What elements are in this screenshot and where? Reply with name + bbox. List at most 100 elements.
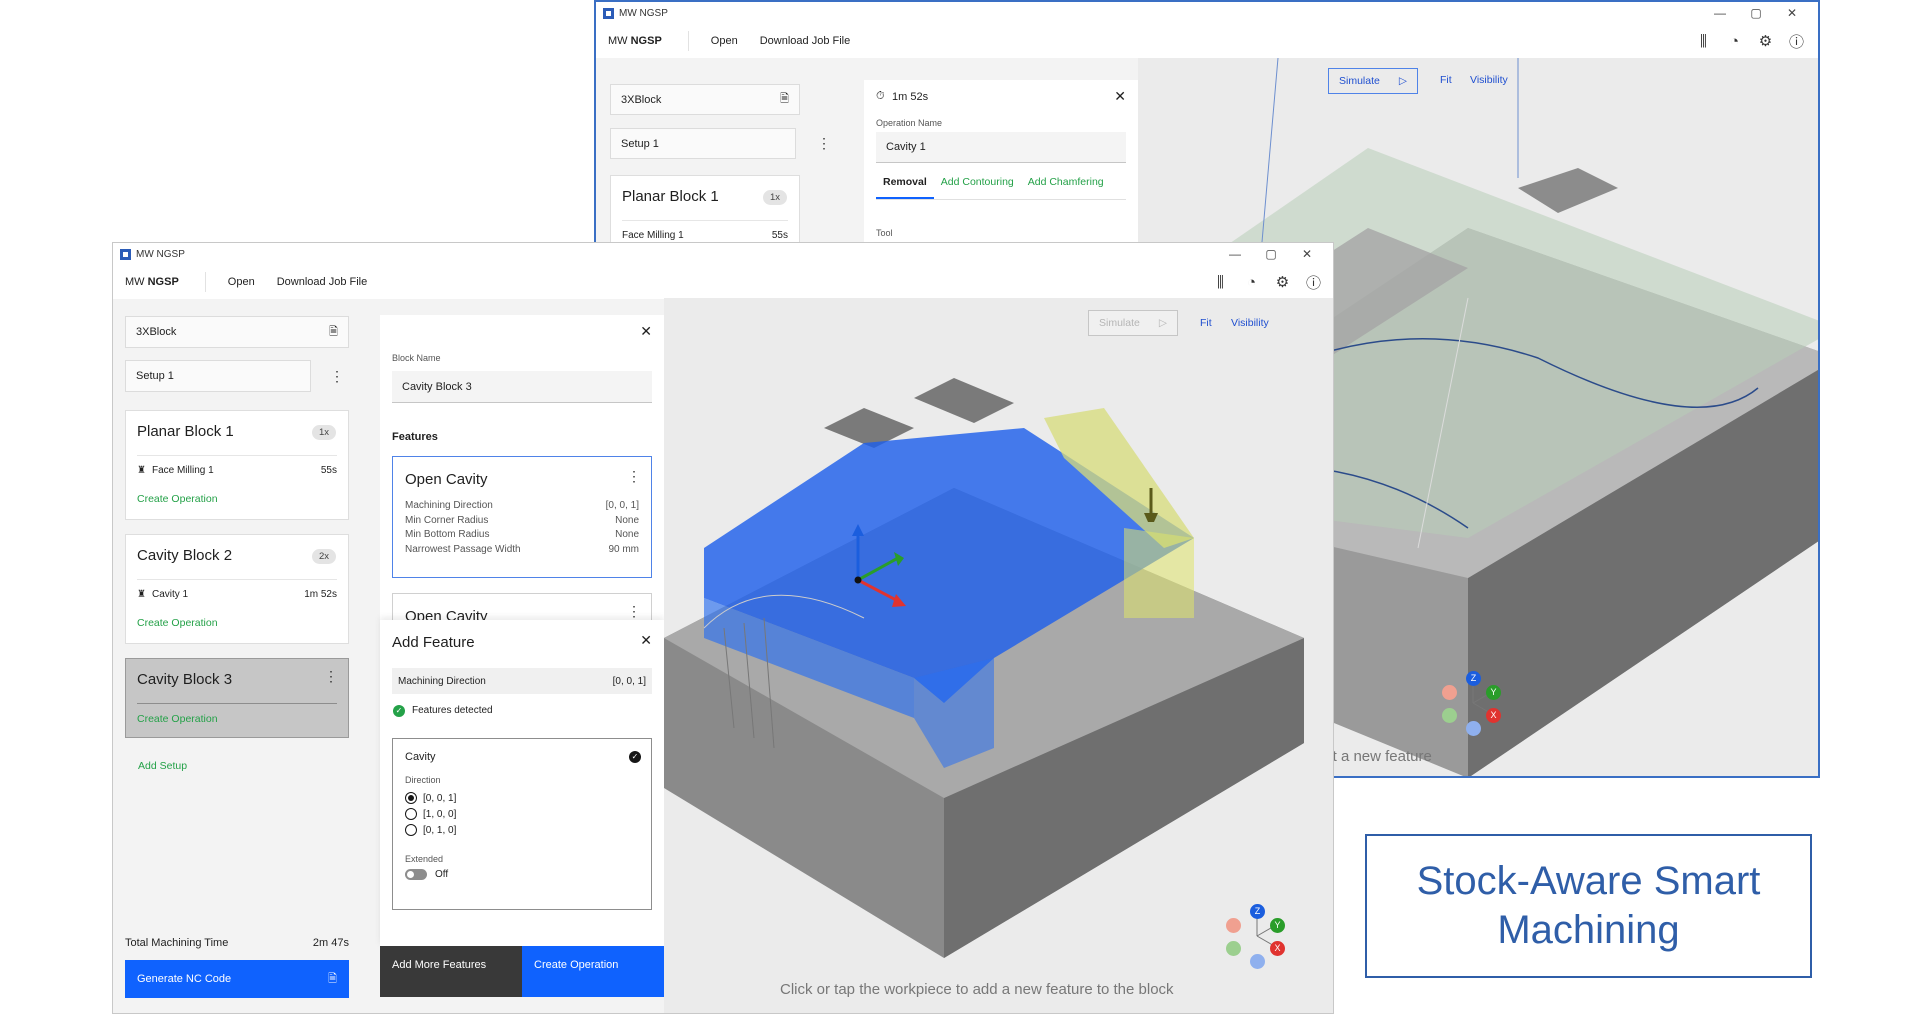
machining-direction-row[interactable]: Machining Direction [0, 0, 1] xyxy=(392,668,652,694)
cavity-option-card[interactable]: Cavity ✓ Direction [0, 0, 1] [1, 0, 0] [… xyxy=(392,738,652,910)
axis-z-icon[interactable]: Z xyxy=(1466,671,1481,686)
maximize-button[interactable]: ▢ xyxy=(1738,2,1774,24)
block-file-field[interactable]: 3XBlock 🗎 xyxy=(125,316,349,348)
close-icon[interactable]: ✕ xyxy=(640,632,652,649)
history-icon[interactable]: ◔ xyxy=(1236,274,1267,291)
brand: MW NGSP xyxy=(113,272,206,292)
feature-properties: Machining Direction [0, 0, 1] Min Corner … xyxy=(405,499,639,557)
visibility-button[interactable]: Visibility xyxy=(1231,317,1269,329)
axis-neg-y-dot[interactable] xyxy=(1442,708,1457,723)
gear-icon[interactable]: ⚙ xyxy=(1267,273,1298,291)
block-title: Cavity Block 3 xyxy=(137,671,233,688)
close-icon[interactable]: ✕ xyxy=(1114,88,1126,105)
close-button[interactable]: ✕ xyxy=(1289,243,1325,265)
visibility-button[interactable]: Visibility xyxy=(1470,74,1508,86)
property-row: Min Bottom Radius None xyxy=(405,529,639,540)
menu-open[interactable]: Open xyxy=(711,35,738,47)
feature-menu-icon[interactable]: ⋮ xyxy=(627,604,641,618)
cavity-title: Cavity xyxy=(405,751,436,763)
minimize-button[interactable]: — xyxy=(1217,243,1253,265)
tab-add-contouring[interactable]: Add Contouring xyxy=(934,176,1021,199)
selected-check-icon[interactable]: ✓ xyxy=(629,751,641,763)
simulate-button[interactable]: Simulate ▷ xyxy=(1328,68,1418,94)
tool-library-icon[interactable]: ⫼ xyxy=(1688,33,1719,50)
fit-button[interactable]: Fit xyxy=(1440,74,1452,86)
play-icon: ▷ xyxy=(1158,317,1167,329)
generate-nc-code-button[interactable]: Generate NC Code 🗎 xyxy=(125,960,349,998)
axis-y-icon[interactable]: Y xyxy=(1486,685,1501,700)
operation-row[interactable]: ♜ Face Milling 1 55s xyxy=(137,455,337,476)
axis-x-icon[interactable]: X xyxy=(1270,941,1285,956)
block-file-field[interactable]: 3XBlock 🗎 xyxy=(610,84,800,115)
create-operation-button[interactable]: Create Operation xyxy=(522,946,664,997)
axis-x-icon[interactable]: X xyxy=(1486,708,1501,723)
operation-row[interactable]: ♜ Cavity 1 1m 52s xyxy=(137,579,337,600)
axis-z-icon[interactable]: Z xyxy=(1250,904,1265,919)
operation-name-input[interactable]: Cavity 1 xyxy=(876,132,1126,163)
direction-label: Direction xyxy=(405,775,441,785)
face-mill-icon: ♜ xyxy=(137,465,146,476)
setup-field[interactable]: Setup 1 xyxy=(610,128,796,159)
feature-menu-icon[interactable]: ⋮ xyxy=(627,469,641,483)
radio-unselected[interactable] xyxy=(405,808,417,820)
create-operation-link[interactable]: Create Operation xyxy=(137,493,218,505)
file-icon[interactable]: 🗎 xyxy=(780,90,789,109)
block-card-1[interactable]: Planar Block 1 1x ♜ Face Milling 1 55s Cr… xyxy=(125,410,349,520)
title-bar: MW NGSP — ▢ ✕ xyxy=(113,243,1333,265)
axis-neg-x-dot[interactable] xyxy=(1226,918,1241,933)
create-operation-link[interactable]: Create Operation xyxy=(137,617,218,629)
menu-open[interactable]: Open xyxy=(228,276,255,288)
brand: MW NGSP xyxy=(596,31,689,51)
operation-row[interactable]: Face Milling 1 55s xyxy=(622,220,788,241)
axis-gizmo[interactable]: Z Y X xyxy=(1438,668,1508,738)
radio-unselected[interactable] xyxy=(405,824,417,836)
block-card-2[interactable]: Cavity Block 2 2x ♜ Cavity 1 1m 52s Creat… xyxy=(125,534,349,644)
close-icon[interactable]: ✕ xyxy=(640,323,652,340)
setup-menu-icon[interactable]: ⋮ xyxy=(330,369,344,383)
radio-option[interactable]: [0, 1, 0] xyxy=(405,822,456,838)
feature-card-open-cavity[interactable]: Open Cavity ⋮ Machining Direction [0, 0, … xyxy=(392,456,652,578)
block-card-3-selected[interactable]: Cavity Block 3 ⋮ Create Operation xyxy=(125,658,349,738)
count-badge: 1x xyxy=(762,190,787,205)
menu-download-job-file[interactable]: Download Job File xyxy=(760,35,851,47)
axis-neg-z-dot[interactable] xyxy=(1466,721,1481,736)
info-icon[interactable]: ⓘ xyxy=(1781,31,1812,52)
fit-button[interactable]: Fit xyxy=(1200,317,1212,329)
extended-toggle[interactable]: Off xyxy=(405,869,448,880)
radio-option[interactable]: [1, 0, 0] xyxy=(405,806,456,822)
tab-add-chamfering[interactable]: Add Chamfering xyxy=(1021,176,1111,199)
tab-removal[interactable]: Removal xyxy=(876,176,934,199)
cavity-mill-icon: ♜ xyxy=(137,589,146,600)
tool-library-icon[interactable]: ⫼ xyxy=(1205,274,1236,291)
block-title: Planar Block 1 xyxy=(622,188,719,205)
close-button[interactable]: ✕ xyxy=(1774,2,1810,24)
operation-time: 1m 52s xyxy=(892,91,929,103)
gear-icon[interactable]: ⚙ xyxy=(1750,32,1781,50)
setup-menu-icon[interactable]: ⋮ xyxy=(817,136,831,150)
history-icon[interactable]: ◔ xyxy=(1719,33,1750,50)
radio-selected[interactable] xyxy=(405,792,417,804)
radio-option[interactable]: [0, 0, 1] xyxy=(405,790,456,806)
toggle-switch[interactable] xyxy=(405,869,427,880)
axis-neg-x-dot[interactable] xyxy=(1442,685,1457,700)
block-menu-icon[interactable]: ⋮ xyxy=(324,669,338,683)
simulate-button[interactable]: Simulate ▷ xyxy=(1088,310,1178,336)
add-feature-title: Add Feature xyxy=(392,634,475,651)
setup-field[interactable]: Setup 1 xyxy=(125,360,311,392)
window-title: MW NGSP xyxy=(136,248,185,260)
menu-download-job-file[interactable]: Download Job File xyxy=(277,276,368,288)
maximize-button[interactable]: ▢ xyxy=(1253,243,1289,265)
axis-y-icon[interactable]: Y xyxy=(1270,918,1285,933)
add-setup-link[interactable]: Add Setup xyxy=(138,760,187,772)
block-name-input[interactable]: Cavity Block 3 xyxy=(392,371,652,403)
axis-gizmo[interactable]: Z Y X xyxy=(1222,901,1292,971)
add-more-features-button[interactable]: Add More Features xyxy=(380,946,522,997)
file-icon[interactable]: 🗎 xyxy=(329,323,338,342)
create-operation-link[interactable]: Create Operation xyxy=(137,713,218,725)
axis-neg-y-dot[interactable] xyxy=(1226,941,1241,956)
axis-neg-z-dot[interactable] xyxy=(1250,954,1265,969)
front-3d-viewport[interactable]: Simulate ▷ Fit Visibility Click or tap t… xyxy=(664,298,1333,1013)
tool-label: Tool xyxy=(876,228,893,238)
info-icon[interactable]: ⓘ xyxy=(1298,272,1329,293)
minimize-button[interactable]: — xyxy=(1702,2,1738,24)
